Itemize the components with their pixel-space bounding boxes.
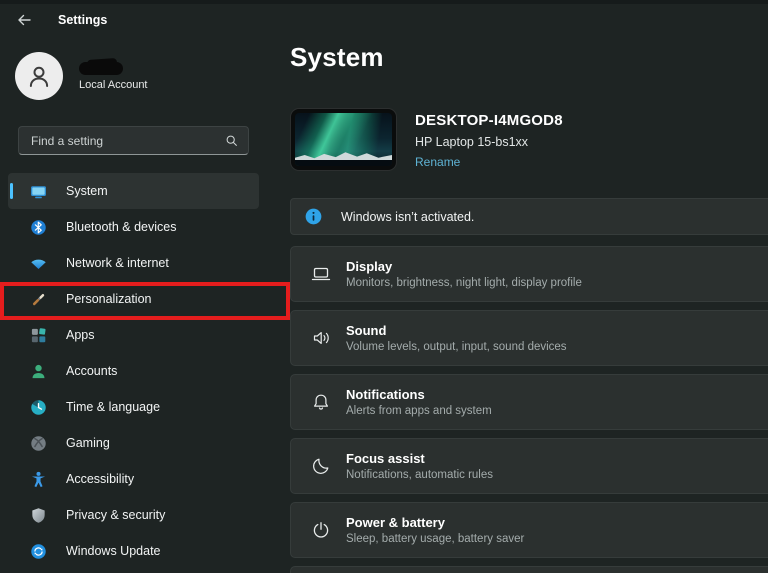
sidebar-item-network-internet[interactable]: Network & internet <box>8 245 259 281</box>
app-title: Settings <box>58 13 108 27</box>
user-icon <box>24 61 54 91</box>
card-partial-next[interactable] <box>290 566 768 573</box>
sidebar-item-label: System <box>66 184 108 198</box>
sidebar-item-apps[interactable]: Apps <box>8 317 259 353</box>
monitor-icon <box>30 183 47 200</box>
search-input[interactable] <box>31 133 225 148</box>
device-name: DESKTOP-I4MGOD8 <box>415 112 563 129</box>
info-icon <box>305 208 322 225</box>
card-title: Focus assist <box>346 451 425 466</box>
sidebar-item-time-language[interactable]: Time & language <box>8 389 259 425</box>
sidebar-item-gaming[interactable]: Gaming <box>8 425 259 461</box>
sidebar-item-personalization[interactable]: Personalization <box>8 281 259 317</box>
laptop-icon <box>309 262 333 286</box>
page-title: System <box>290 42 384 72</box>
sidebar-item-bluetooth-devices[interactable]: Bluetooth & devices <box>8 209 259 245</box>
card-focus-assist[interactable]: Focus assist Notifications, automatic ru… <box>290 438 768 494</box>
wifi-icon <box>30 255 47 272</box>
sidebar-item-label: Accounts <box>66 364 118 378</box>
card-display[interactable]: Display Monitors, brightness, night ligh… <box>290 246 768 302</box>
account-row[interactable]: Local Account <box>15 52 148 100</box>
card-subtitle: Alerts from apps and system <box>346 405 492 417</box>
power-icon <box>309 518 333 542</box>
sidebar-nav: System Bluetooth & devices Network & int… <box>8 173 259 569</box>
sidebar-item-label: Apps <box>66 328 95 342</box>
device-thumbnail <box>290 108 397 171</box>
apps-grid-icon <box>30 327 47 344</box>
shield-icon <box>30 507 47 524</box>
sidebar-item-windows-update[interactable]: Windows Update <box>8 533 259 569</box>
sidebar-item-accessibility[interactable]: Accessibility <box>8 461 259 497</box>
account-type-label: Local Account <box>79 78 148 91</box>
sidebar-item-label: Privacy & security <box>66 508 166 522</box>
device-meta: DESKTOP-I4MGOD8 HP Laptop 15-bs1xx Renam… <box>415 108 563 171</box>
card-title: Sound <box>346 323 387 338</box>
aurora-wallpaper-image <box>295 113 392 166</box>
bell-icon <box>309 390 333 414</box>
device-model: HP Laptop 15-bs1xx <box>415 135 529 149</box>
sidebar-item-label: Windows Update <box>66 544 161 558</box>
device-row: DESKTOP-I4MGOD8 HP Laptop 15-bs1xx Renam… <box>290 108 563 171</box>
settings-window: Settings Local Account System Bluetooth … <box>0 0 768 573</box>
main-panel: System DESKTOP-I4MGOD8 HP Laptop 15-bs1x… <box>290 0 768 573</box>
card-subtitle: Notifications, automatic rules <box>346 469 494 481</box>
sidebar-item-label: Accessibility <box>66 472 135 486</box>
redacted-username <box>79 61 123 75</box>
window-header: Settings <box>16 12 107 28</box>
search-icon[interactable] <box>225 134 238 147</box>
update-arrows-icon <box>30 543 47 560</box>
rename-link[interactable]: Rename <box>415 155 460 169</box>
speaker-icon <box>309 326 333 350</box>
sidebar-item-label: Gaming <box>66 436 110 450</box>
card-power-battery[interactable]: Power & battery Sleep, battery usage, ba… <box>290 502 768 558</box>
clock-icon <box>30 399 47 416</box>
card-subtitle: Volume levels, output, input, sound devi… <box>346 341 567 353</box>
card-title: Notifications <box>346 387 425 402</box>
card-title: Display <box>346 259 393 274</box>
settings-cards: Display Monitors, brightness, night ligh… <box>290 246 768 566</box>
account-text: Local Account <box>79 61 148 91</box>
paintbrush-icon <box>30 291 47 308</box>
search-box[interactable] <box>18 126 249 155</box>
card-notifications[interactable]: Notifications Alerts from apps and syste… <box>290 374 768 430</box>
person-icon <box>30 363 47 380</box>
sidebar-item-label: Personalization <box>66 292 152 306</box>
sidebar-item-label: Bluetooth & devices <box>66 220 177 234</box>
card-sound[interactable]: Sound Volume levels, output, input, soun… <box>290 310 768 366</box>
accessibility-person-icon <box>30 471 47 488</box>
sidebar-item-label: Network & internet <box>66 256 169 270</box>
sidebar-item-system[interactable]: System <box>8 173 259 209</box>
sidebar-item-accounts[interactable]: Accounts <box>8 353 259 389</box>
activation-banner[interactable]: Windows isn’t activated. <box>290 198 768 235</box>
sidebar-item-label: Time & language <box>66 400 161 414</box>
avatar <box>15 52 63 100</box>
card-title: Power & battery <box>346 515 445 530</box>
card-subtitle: Monitors, brightness, night light, displ… <box>346 277 582 289</box>
activation-banner-text: Windows isn’t activated. <box>341 209 475 224</box>
bluetooth-icon <box>30 219 47 236</box>
sidebar-item-privacy-security[interactable]: Privacy & security <box>8 497 259 533</box>
back-arrow-icon[interactable] <box>16 12 32 28</box>
crescent-moon-icon <box>309 454 333 478</box>
xbox-icon <box>30 435 47 452</box>
card-subtitle: Sleep, battery usage, battery saver <box>346 533 525 545</box>
